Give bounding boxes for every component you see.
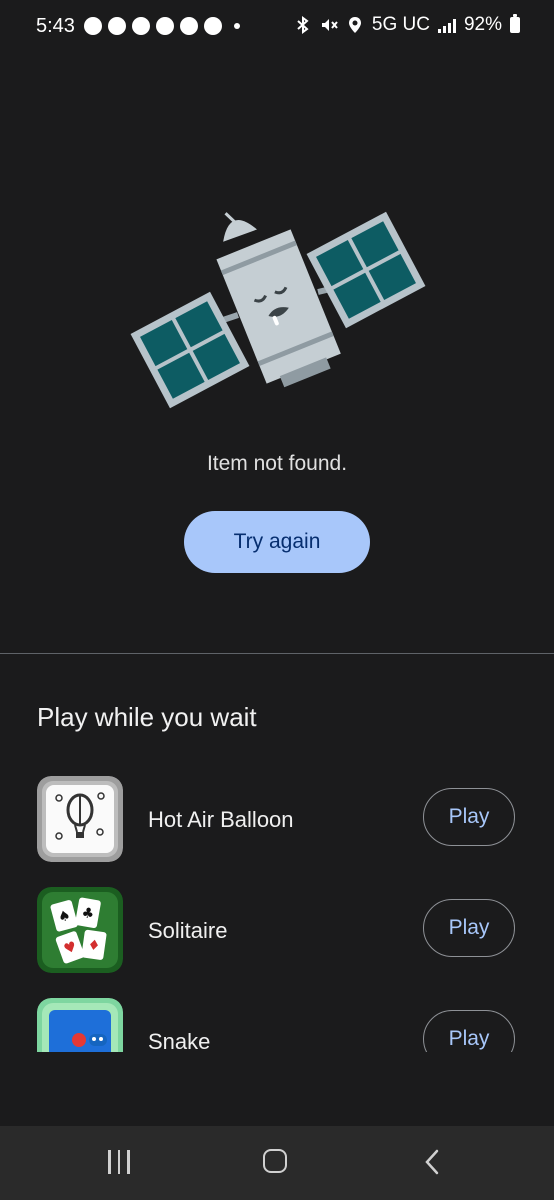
play-button[interactable]: Play xyxy=(423,899,515,957)
game-row-hot-air-balloon[interactable]: Hot Air Balloon Play xyxy=(0,776,554,862)
game-name: Solitaire xyxy=(148,918,228,943)
battery-icon xyxy=(510,14,520,33)
bluetooth-icon xyxy=(294,15,312,35)
game-row-snake[interactable]: Snake Play xyxy=(0,998,554,1052)
error-message: Item not found. xyxy=(206,452,348,475)
recent-apps-button[interactable] xyxy=(108,1150,130,1174)
play-button[interactable]: Play xyxy=(423,788,515,846)
satellite-illustration xyxy=(128,200,428,420)
game-list[interactable]: Hot Air Balloon Play ♠ ♣ ♥ ♦ Solitaire P… xyxy=(0,776,554,1052)
game-name: Hot Air Balloon xyxy=(148,807,294,832)
section-divider xyxy=(0,653,554,654)
fingerprint-icon xyxy=(204,17,222,35)
home-button[interactable] xyxy=(263,1149,287,1173)
snake-icon xyxy=(37,998,123,1052)
facebook-icon xyxy=(108,17,126,35)
more-notifications-icon xyxy=(234,23,240,29)
system-status: 5G UC 92% xyxy=(294,14,520,36)
battery-percent: 92% xyxy=(463,14,502,35)
notification-icons xyxy=(84,17,240,35)
messenger-icon xyxy=(156,17,174,35)
game-row-solitaire[interactable]: ♠ ♣ ♥ ♦ Solitaire Play xyxy=(0,887,554,973)
status-bar: 5:43 5G UC 92% xyxy=(0,0,554,56)
back-icon xyxy=(425,1149,439,1175)
try-again-button[interactable]: Try again xyxy=(184,511,370,573)
network-type: 5G UC xyxy=(371,14,430,35)
section-title: Play while you wait xyxy=(37,702,257,732)
navigation-bar xyxy=(0,1126,554,1200)
status-time: 5:43 xyxy=(36,15,75,37)
mute-icon xyxy=(320,15,338,35)
message-icon xyxy=(84,17,102,35)
game-name: Snake xyxy=(148,1029,211,1052)
back-button[interactable] xyxy=(422,1148,442,1176)
play-button[interactable]: Play xyxy=(423,1010,515,1052)
hot-air-balloon-icon xyxy=(37,776,123,862)
messenger-icon xyxy=(180,17,198,35)
facebook-icon xyxy=(132,17,150,35)
solitaire-icon: ♠ ♣ ♥ ♦ xyxy=(37,887,123,973)
location-icon xyxy=(346,15,364,35)
signal-icon xyxy=(437,17,456,33)
svg-text:♦: ♦ xyxy=(87,937,102,955)
